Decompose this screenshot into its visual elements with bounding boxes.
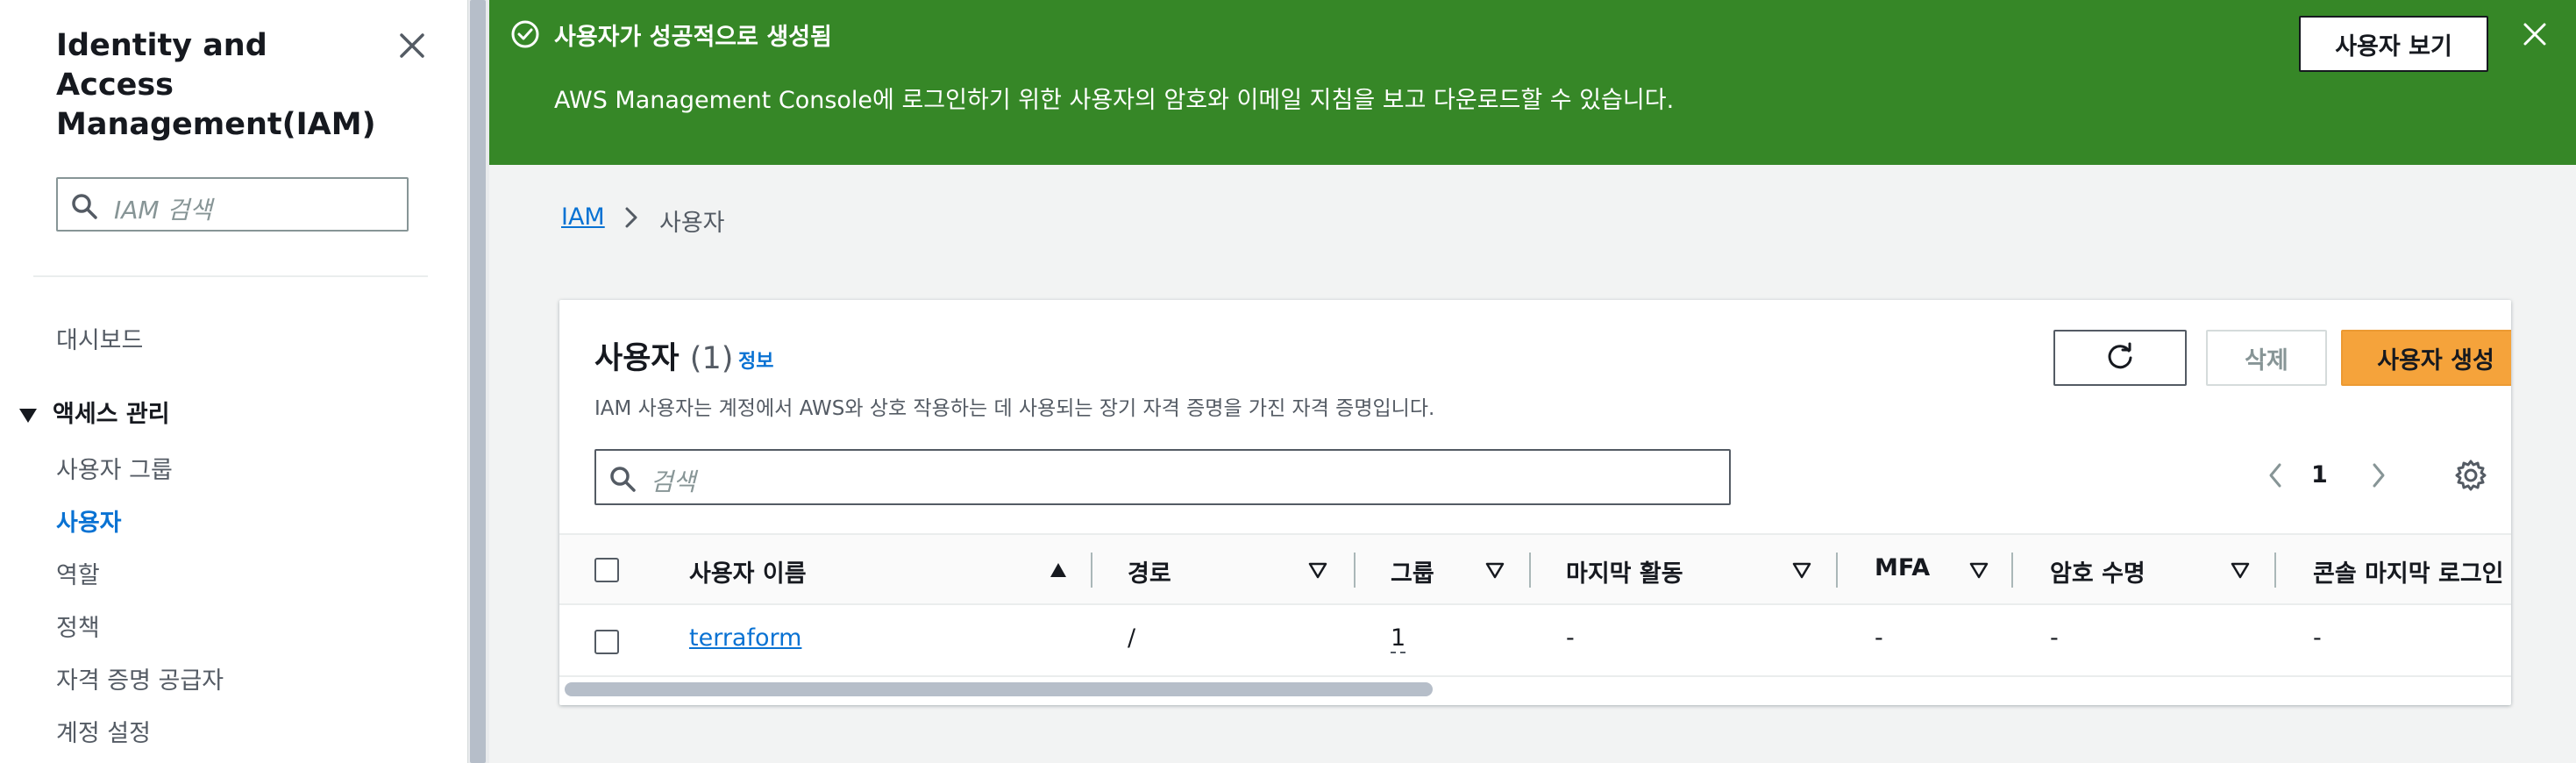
user-last-activity: - — [1566, 624, 1575, 652]
sort-icon[interactable] — [1308, 561, 1327, 579]
create-user-button[interactable]: 사용자 생성 — [2341, 330, 2511, 386]
gear-icon[interactable] — [2453, 458, 2488, 493]
column-header-last-activity[interactable]: 마지막 활동 — [1566, 554, 1683, 588]
column-divider — [1529, 553, 1531, 588]
view-user-button[interactable]: 사용자 보기 — [2299, 16, 2488, 72]
user-search-input[interactable]: 검색 — [594, 449, 1731, 505]
delete-button[interactable]: 삭제 — [2206, 330, 2327, 386]
refresh-icon — [2108, 342, 2132, 369]
success-banner: 사용자가 성공적으로 생성됨 AWS Management Console에 로… — [489, 0, 2576, 165]
table-header: 사용자 이름 경로 그룹 마지막 활동 MFA 암호 수명 콘솔 마지막 로그인 — [559, 533, 2511, 605]
user-groups-count[interactable]: 1 — [1391, 624, 1406, 653]
sidebar-scrollbar-thumb[interactable] — [470, 0, 486, 763]
sidebar-divider — [33, 275, 428, 277]
sidebar-item-policies[interactable]: 정책 — [56, 609, 100, 643]
chevron-right-icon — [625, 207, 637, 228]
sidebar: Identity and Access Management(IAM) IAM … — [0, 0, 468, 763]
panel-title-text: 사용자 — [594, 341, 680, 376]
sidebar-section-label: 액세스 관리 — [53, 401, 170, 428]
search-icon — [610, 467, 636, 492]
column-header-console-last-login[interactable]: 콘솔 마지막 로그인 — [2313, 554, 2504, 588]
column-divider — [1354, 553, 1356, 588]
sidebar-search-placeholder: IAM 검색 — [114, 196, 212, 225]
sort-icon[interactable] — [2231, 561, 2250, 579]
search-icon — [72, 194, 97, 219]
column-divider — [1836, 553, 1838, 588]
check-circle-icon — [511, 20, 539, 48]
breadcrumb-iam[interactable]: IAM — [561, 203, 605, 231]
banner-description: AWS Management Console에 로그인하기 위한 사용자의 암호… — [554, 87, 1675, 114]
table-horizontal-scrollbar[interactable] — [565, 682, 1433, 696]
user-search-placeholder: 검색 — [651, 467, 696, 496]
sort-icon[interactable] — [1792, 561, 1811, 579]
user-password-age: - — [2050, 624, 2059, 652]
info-link[interactable]: 정보 — [738, 346, 773, 374]
sidebar-item-dashboard[interactable]: 대시보드 — [56, 321, 143, 355]
refresh-button[interactable] — [2053, 330, 2187, 386]
user-console-last-login: - — [2313, 624, 2322, 652]
column-header-groups[interactable]: 그룹 — [1391, 554, 1434, 588]
banner-close-icon[interactable] — [2522, 21, 2548, 47]
sidebar-item-account-settings[interactable]: 계정 설정 — [56, 714, 151, 748]
sort-icon[interactable] — [1969, 561, 1989, 579]
select-all-checkbox[interactable] — [594, 558, 619, 582]
row-checkbox[interactable] — [594, 630, 619, 654]
sort-icon[interactable] — [1485, 561, 1505, 579]
panel-title: 사용자 (1) — [594, 333, 733, 378]
users-panel: 사용자 (1) 정보 IAM 사용자는 계정에서 AWS와 상호 작용하는 데 … — [559, 300, 2511, 705]
column-header-mfa[interactable]: MFA — [1875, 554, 1930, 581]
table-row: terraform / 1 - - - - — [559, 605, 2511, 677]
column-divider — [1091, 553, 1092, 588]
sidebar-item-identity-providers[interactable]: 자격 증명 공급자 — [56, 661, 224, 695]
column-header-password-age[interactable]: 암호 수명 — [2050, 554, 2145, 588]
user-name-link[interactable]: terraform — [689, 624, 801, 652]
sidebar-title: Identity and Access Management(IAM) — [56, 28, 376, 142]
column-header-username[interactable]: 사용자 이름 — [689, 554, 807, 588]
breadcrumb-current: 사용자 — [659, 210, 725, 237]
sidebar-item-roles[interactable]: 역할 — [56, 556, 100, 590]
sidebar-item-user-groups[interactable]: 사용자 그룹 — [56, 451, 173, 485]
banner-title: 사용자가 성공적으로 생성됨 — [554, 24, 832, 51]
column-divider — [2274, 553, 2276, 588]
next-page-icon[interactable] — [2366, 461, 2390, 489]
caret-down-icon — [19, 408, 37, 423]
panel-description: IAM 사용자는 계정에서 AWS와 상호 작용하는 데 사용되는 장기 자격 … — [594, 397, 1435, 420]
column-divider — [2011, 553, 2013, 588]
current-page-number[interactable]: 1 — [2311, 461, 2328, 488]
sidebar-search-input[interactable]: IAM 검색 — [56, 177, 409, 232]
sidebar-section-access-management[interactable]: 액세스 관리 — [19, 395, 170, 429]
sidebar-item-users[interactable]: 사용자 — [56, 503, 122, 538]
previous-page-icon[interactable] — [2264, 461, 2288, 489]
column-header-path[interactable]: 경로 — [1128, 554, 1171, 588]
user-mfa: - — [1875, 624, 1883, 652]
sort-ascending-icon[interactable] — [1049, 561, 1068, 579]
close-icon[interactable] — [396, 30, 428, 61]
user-count: (1) — [689, 341, 734, 376]
user-path: / — [1128, 624, 1136, 652]
